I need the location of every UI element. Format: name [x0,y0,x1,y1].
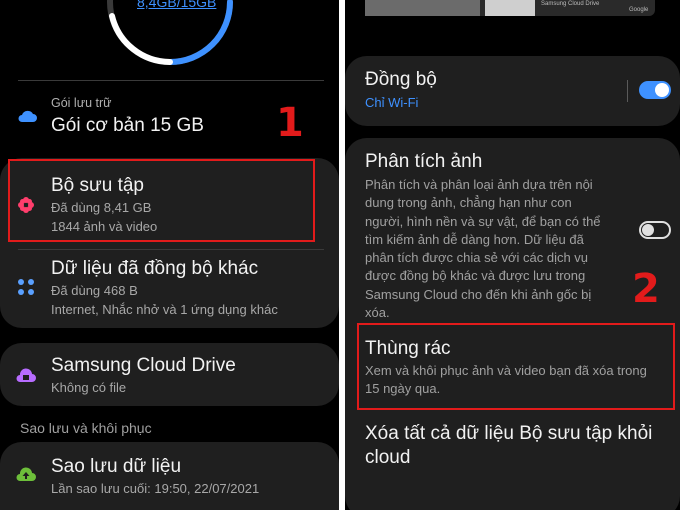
toggle-knob [655,83,669,97]
apps-grid-icon [15,276,37,298]
sync-card[interactable]: Đồng bộ Chỉ Wi-Fi [345,56,680,126]
storage-ring [107,0,233,65]
sync-divider [627,80,628,102]
delete-all-button[interactable]: Xóa tất cả dữ liệu Bộ sưu tập khỏi cloud [365,422,652,470]
thumb-drive-label: Samsung Cloud Drive [541,1,600,7]
sync-sub: Chỉ Wi-Fi [365,95,419,110]
toggle-knob [642,224,654,236]
cloud-drive-title: Samsung Cloud Drive [51,355,236,376]
divider [18,249,324,250]
sync-toggle[interactable] [639,81,671,99]
analyze-desc-line: xóa. [365,305,390,321]
cloud-upload-icon [15,463,37,485]
thumb-google-label: Google [629,7,649,13]
plan-value: Gói cơ bản 15 GB [51,115,204,136]
other-synced-used: Đã dùng 468 B [51,283,138,298]
thumb-image [365,0,480,16]
plan-label: Gói lưu trữ [51,96,112,110]
thumbnail-strip: Samsung Cloud Drive Google [365,0,655,16]
analyze-desc-line: Phân tích và phân loại ảnh dựa trên nội [365,177,593,192]
thumb-drive [485,0,535,16]
highlight-gallery [8,159,315,242]
analyze-desc-line: phân tích được chia sẻ với các dịch vụ [365,250,589,266]
right-screen: Samsung Cloud Drive Google Đồng bộ Chỉ W… [345,0,680,510]
backup-card[interactable]: Sao lưu dữ liệu Lần sao lưu cuối: 19:50,… [0,442,339,510]
sync-title: Đồng bộ [365,69,437,90]
analyze-desc-line: người, hình nền và sự vật, để bạn có thể [365,213,601,229]
other-synced-title: Dữ liệu đã đồng bộ khác [51,258,259,279]
backup-title: Sao lưu dữ liệu [51,456,182,477]
divider [18,80,324,81]
delete-all-line: cloud [365,447,411,468]
analyze-desc-line: tìm kiếm ảnh dễ dàng hơn. Dữ liệu đã [365,231,584,247]
analyze-title: Phân tích ảnh [365,151,483,172]
analyze-description: Phân tích và phân loại ảnh dựa trên nội … [365,176,645,322]
cloud-drive-status: Không có file [51,380,127,395]
analyze-desc-line: Samsung Cloud cho đến khi ảnh gốc bị [365,286,592,302]
other-synced-apps: Internet, Nhắc nhở và 1 ứng dụng khác [51,302,278,317]
storage-usage-text: 8,4GB/15GB [137,0,217,10]
step-badge-1: 1 [276,100,304,146]
section-backup-title: Sao lưu và khôi phục [20,420,152,436]
highlight-trash [357,323,675,410]
left-screen: 8,4GB/15GB Gói lưu trữ Gói cơ bản 15 GB … [0,0,339,510]
backup-last: Lần sao lưu cuối: 19:50, 22/07/2021 [51,481,260,496]
step-badge-2: 2 [632,266,660,312]
cloud-drive-icon [15,364,37,386]
cloud-drive-card[interactable]: Samsung Cloud Drive Không có file [0,343,339,406]
analyze-desc-line: dung trong ảnh, chẳng hạn như con [365,195,572,211]
delete-all-line: Xóa tất cả dữ liệu Bộ sưu tập khỏi [365,423,653,444]
analyze-desc-line: được đồng bộ khác và được lưu trong [365,268,586,284]
analyze-toggle[interactable] [639,221,671,239]
cloud-icon [16,105,38,127]
